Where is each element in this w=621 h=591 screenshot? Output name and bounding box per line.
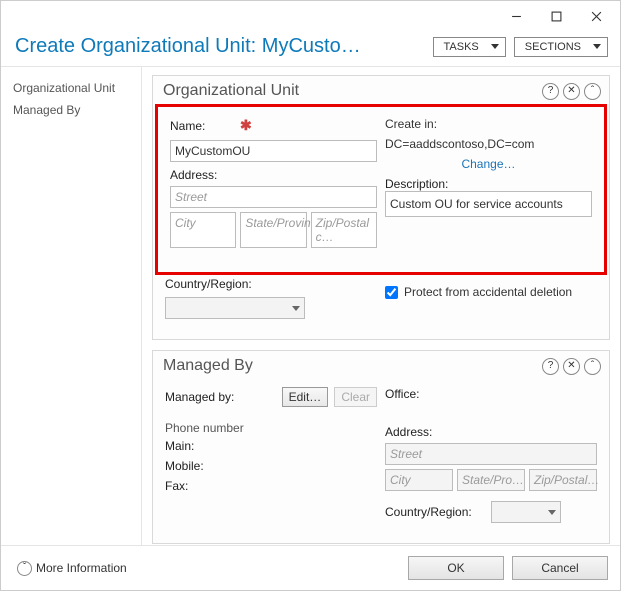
- country-label: Country/Region:: [165, 277, 265, 291]
- right-column: Create in: DC=aaddscontoso,DC=com Change…: [385, 117, 592, 258]
- description-block: Description:: [385, 177, 592, 217]
- description-label: Description:: [385, 177, 448, 191]
- section-managed-by: Managed By ? ✕ ˆ Managed by: Edit… Clear…: [152, 350, 610, 544]
- close-button[interactable]: [576, 3, 616, 29]
- description-input[interactable]: [385, 191, 592, 217]
- chevron-down-icon: [593, 44, 601, 49]
- section-title: Organizational Unit: [163, 82, 538, 100]
- section-header: Managed By ? ✕ ˆ: [153, 351, 609, 377]
- zip-input[interactable]: Zip/Postal c…: [311, 212, 377, 248]
- mb-country-select[interactable]: [491, 501, 561, 523]
- create-in-row: Create in: DC=aaddscontoso,DC=com: [385, 117, 592, 151]
- titlebar: [1, 1, 620, 31]
- body: Organizational Unit Managed By Organizat…: [1, 67, 620, 545]
- protect-checkbox[interactable]: [385, 286, 398, 299]
- mb-zip-input[interactable]: Zip/Postal…: [529, 469, 597, 491]
- office-label: Office:: [385, 387, 445, 401]
- create-in-label: Create in:: [385, 117, 437, 131]
- header: Create Organizational Unit: MyCusto… TAS…: [1, 31, 620, 67]
- change-link[interactable]: Change…: [461, 157, 515, 171]
- street-input[interactable]: Street: [170, 186, 377, 208]
- address-block: Address: Street City State/Provin… Zip/P…: [170, 168, 377, 248]
- help-button[interactable]: ?: [542, 83, 559, 100]
- sections-dropdown[interactable]: SECTIONS: [514, 37, 608, 57]
- sections-label: SECTIONS: [525, 41, 581, 53]
- mobile-label: Mobile:: [165, 459, 225, 473]
- close-section-button[interactable]: ✕: [563, 358, 580, 375]
- main-label: Main:: [165, 439, 225, 453]
- state-input[interactable]: State/Provin…: [240, 212, 306, 248]
- managed-by-label: Managed by:: [165, 390, 245, 404]
- ok-button[interactable]: OK: [408, 556, 504, 580]
- close-section-button[interactable]: ✕: [563, 83, 580, 100]
- country-select[interactable]: [165, 297, 305, 319]
- address-label: Address:: [170, 168, 217, 182]
- close-icon: [591, 11, 602, 22]
- left-column: Managed by: Edit… Clear Phone number Mai…: [165, 387, 377, 529]
- collapse-section-button[interactable]: ˆ: [584, 83, 601, 100]
- clear-button[interactable]: Clear: [334, 387, 377, 407]
- highlight-annotation: Name: ✱ Address: Street City State/Provi…: [155, 104, 607, 275]
- phone-header: Phone number: [165, 421, 377, 435]
- chevron-down-icon: ˇ: [17, 561, 32, 576]
- protect-label: Protect from accidental deletion: [404, 285, 572, 299]
- more-info-toggle[interactable]: ˇ More Information: [13, 561, 127, 576]
- more-info-label: More Information: [36, 561, 127, 575]
- name-input[interactable]: [170, 140, 377, 162]
- name-row: Name: ✱: [170, 117, 377, 162]
- main-panel: Organizational Unit ? ✕ ˆ Name: ✱: [142, 67, 620, 545]
- dialog-window: Create Organizational Unit: MyCusto… TAS…: [0, 0, 621, 591]
- chevron-down-icon: [548, 510, 556, 515]
- mb-address-block: Address: Street City State/Pro… Zip/Post…: [385, 425, 597, 491]
- collapse-section-button[interactable]: ˆ: [584, 358, 601, 375]
- section-body-lower: Country/Region: Protect from accidental …: [153, 277, 609, 339]
- minimize-icon: [511, 11, 522, 22]
- edit-button[interactable]: Edit…: [282, 387, 329, 407]
- section-organizational-unit: Organizational Unit ? ✕ ˆ Name: ✱: [152, 75, 610, 340]
- page-title: Create Organizational Unit: MyCusto…: [15, 35, 425, 58]
- chevron-down-icon: [292, 306, 300, 311]
- sidebar: Organizational Unit Managed By: [1, 67, 142, 545]
- sidebar-item-managed-by[interactable]: Managed By: [1, 99, 141, 121]
- mb-city-input[interactable]: City: [385, 469, 453, 491]
- fax-label: Fax:: [165, 479, 225, 493]
- maximize-icon: [551, 11, 562, 22]
- section-body: Name: ✱ Address: Street City State/Provi…: [158, 107, 604, 272]
- mb-country-label: Country/Region:: [385, 505, 485, 519]
- city-input[interactable]: City: [170, 212, 236, 248]
- maximize-button[interactable]: [536, 3, 576, 29]
- left-column: Name: ✱ Address: Street City State/Provi…: [170, 117, 377, 258]
- name-label: Name:: [170, 119, 230, 133]
- right-column: Office: Address: Street City State/Pro… …: [385, 387, 597, 529]
- help-button[interactable]: ?: [542, 358, 559, 375]
- mb-street-input[interactable]: Street: [385, 443, 597, 465]
- section-title: Managed By: [163, 357, 538, 375]
- mb-state-input[interactable]: State/Pro…: [457, 469, 525, 491]
- create-in-value: DC=aaddscontoso,DC=com: [385, 137, 534, 151]
- footer: ˇ More Information OK Cancel: [1, 545, 620, 590]
- right-lower: Protect from accidental deletion: [385, 277, 597, 325]
- cancel-button[interactable]: Cancel: [512, 556, 608, 580]
- minimize-button[interactable]: [496, 3, 536, 29]
- tasks-dropdown[interactable]: TASKS: [433, 37, 506, 57]
- tasks-label: TASKS: [444, 41, 479, 53]
- section-body: Managed by: Edit… Clear Phone number Mai…: [153, 377, 609, 543]
- section-header: Organizational Unit ? ✕ ˆ: [153, 76, 609, 102]
- required-icon: ✱: [240, 117, 252, 134]
- sidebar-item-organizational-unit[interactable]: Organizational Unit: [1, 77, 141, 99]
- left-lower: Country/Region:: [165, 277, 377, 325]
- mb-address-label: Address:: [385, 425, 432, 439]
- chevron-down-icon: [491, 44, 499, 49]
